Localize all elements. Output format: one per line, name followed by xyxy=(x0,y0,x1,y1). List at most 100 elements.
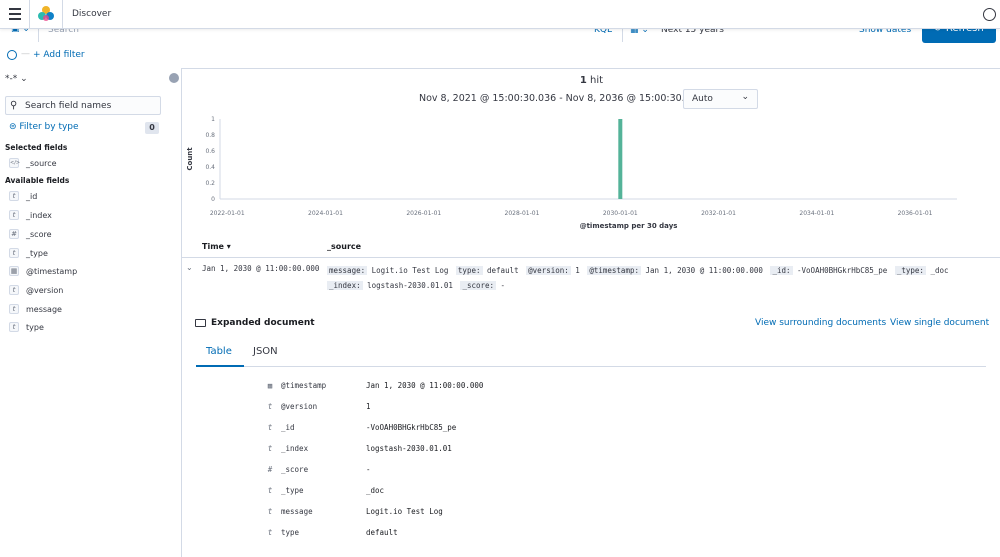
field-item-source[interactable]: </> _source xyxy=(9,157,57,169)
expanded-document-title: Expanded document xyxy=(211,318,315,328)
header-divider xyxy=(29,0,30,29)
field-name: type xyxy=(26,322,44,332)
source-value: Logit.io Test Log xyxy=(367,266,453,275)
collapse-sidebar-icon[interactable] xyxy=(169,73,179,83)
x-tick-label: 2030-01-01 xyxy=(603,210,638,217)
add-filter-button[interactable]: + Add filter xyxy=(33,50,85,60)
source-key: @version: xyxy=(526,266,571,275)
field-type-icon: t xyxy=(267,444,273,453)
hit-count-label: hit xyxy=(590,75,604,86)
source-value: logstash-2030.01.01 xyxy=(362,281,458,290)
interval-select[interactable]: Auto ⌄ xyxy=(683,89,758,109)
field-item-id[interactable]: t _id xyxy=(9,190,37,202)
field-name: _id xyxy=(26,191,38,201)
y-tick-label: 0 xyxy=(211,196,215,203)
view-single-link[interactable]: View single document xyxy=(890,318,989,328)
string-type-icon: t xyxy=(9,248,19,258)
y-tick-label: 1 xyxy=(211,116,215,123)
histogram-svg: 0 0.2 0.4 0.6 0.8 1 2022-01-01 2024-01-01 2026-0… xyxy=(186,116,957,230)
source-key: message: xyxy=(327,266,368,275)
string-type-icon: t xyxy=(9,304,19,314)
doc-field-value: Jan 1, 2030 @ 11:00:00.000 xyxy=(366,381,484,390)
help-icon[interactable] xyxy=(983,8,996,21)
doc-field-value: _doc xyxy=(366,486,385,495)
source-key: @timestamp: xyxy=(587,266,641,275)
filter-by-type-label: Filter by type xyxy=(19,122,79,132)
date-type-icon: ▦ xyxy=(9,266,19,276)
table-divider xyxy=(182,257,1000,258)
y-tick-label: 0.2 xyxy=(205,180,215,187)
source-key: _index: xyxy=(327,281,363,290)
number-type-icon: # xyxy=(9,229,19,239)
x-tick-label: 2028-01-01 xyxy=(505,210,540,217)
filter-menu-icon[interactable] xyxy=(7,50,17,60)
string-type-icon: t xyxy=(9,191,19,201)
row-time: Jan 1, 2030 @ 11:00:00.000 xyxy=(202,264,320,273)
field-item-type-field[interactable]: t type xyxy=(9,321,44,333)
doc-field-key: type xyxy=(281,528,300,537)
selected-fields-title: Selected fields xyxy=(5,143,68,152)
field-type-icon: # xyxy=(267,465,273,474)
app-title: Discover xyxy=(72,9,112,19)
column-header-time[interactable]: Time ▾ xyxy=(202,242,231,251)
hit-count: 1 hit xyxy=(182,75,1000,86)
field-name: _source xyxy=(26,158,57,168)
y-tick-label: 0.8 xyxy=(205,132,215,139)
tab-active-indicator xyxy=(196,365,244,367)
y-tick-label: 0.6 xyxy=(205,148,215,155)
index-pattern-label: *-* xyxy=(5,74,18,84)
view-surrounding-link[interactable]: View surrounding documents xyxy=(755,318,886,328)
doc-field-key: _score xyxy=(281,465,309,474)
field-item-timestamp[interactable]: ▦ @timestamp xyxy=(9,265,77,277)
x-axis-label: @timestamp per 30 days xyxy=(580,222,678,230)
source-key: type: xyxy=(455,266,483,275)
doc-field-value: Logit.io Test Log xyxy=(366,507,443,516)
source-value: Jan 1, 2030 @ 11:00:00.000 xyxy=(641,266,768,275)
source-key: _id: xyxy=(770,266,793,275)
x-tick-label: 2032-01-01 xyxy=(701,210,736,217)
field-item-score[interactable]: # _score xyxy=(9,228,52,240)
doc-field-key: _id xyxy=(281,423,295,432)
row-expand-chevron-icon[interactable]: ⌄ xyxy=(186,263,193,272)
field-name: @version xyxy=(26,285,64,295)
field-item-version[interactable]: t @version xyxy=(9,284,63,296)
chevron-down-icon: ⌄ xyxy=(741,92,749,102)
index-pattern-selector[interactable]: *-* ⌄ xyxy=(5,74,28,84)
filter-type-count-badge: 0 xyxy=(145,122,159,134)
y-axis-label: Count xyxy=(186,147,194,171)
elastic-logo-icon[interactable] xyxy=(37,5,55,23)
field-item-type[interactable]: t _type xyxy=(9,247,48,259)
x-tick-label: 2026-01-01 xyxy=(406,210,441,217)
interval-value: Auto xyxy=(692,94,713,104)
histogram-bar xyxy=(618,119,623,199)
source-key: _type: xyxy=(894,266,926,275)
doc-field-value: -VoOAH0BHGkrHbC85_pe xyxy=(366,423,457,432)
field-item-message[interactable]: t message xyxy=(9,303,62,315)
field-name: _type xyxy=(26,248,48,258)
folder-open-icon xyxy=(195,319,206,327)
column-header-source[interactable]: _source xyxy=(327,242,361,251)
doc-field-key: _type xyxy=(281,486,304,495)
histogram-chart[interactable]: 0 0.2 0.4 0.6 0.8 1 2022-01-01 2024-01-01 2026-0… xyxy=(182,111,1000,241)
field-type-icon: t xyxy=(267,486,273,495)
menu-icon[interactable] xyxy=(9,8,21,20)
x-tick-label: 2036-01-01 xyxy=(898,210,933,217)
doc-field-value: default xyxy=(366,528,398,537)
source-value: 1 xyxy=(570,266,585,275)
tab-json[interactable]: JSON xyxy=(253,346,278,357)
field-type-icon: t xyxy=(267,402,273,411)
string-type-icon: t xyxy=(9,322,19,332)
source-value: -VoOAH0BHGkrHbC85_pe xyxy=(792,266,892,275)
available-fields-title: Available fields xyxy=(5,176,70,185)
field-item-index[interactable]: t _index xyxy=(9,209,52,221)
field-search-input[interactable]: ⚲ Search field names xyxy=(5,96,161,115)
tab-table[interactable]: Table xyxy=(206,346,232,357)
source-key: _score: xyxy=(460,281,497,290)
string-type-icon: t xyxy=(9,285,19,295)
code-type-icon: </> xyxy=(9,158,21,168)
search-icon: ⚲ xyxy=(10,100,18,111)
field-name: _index xyxy=(26,210,52,220)
source-value: default xyxy=(482,266,524,275)
field-type-icon: t xyxy=(267,507,273,516)
filter-by-type-button[interactable]: ⊜ Filter by type xyxy=(9,122,79,132)
